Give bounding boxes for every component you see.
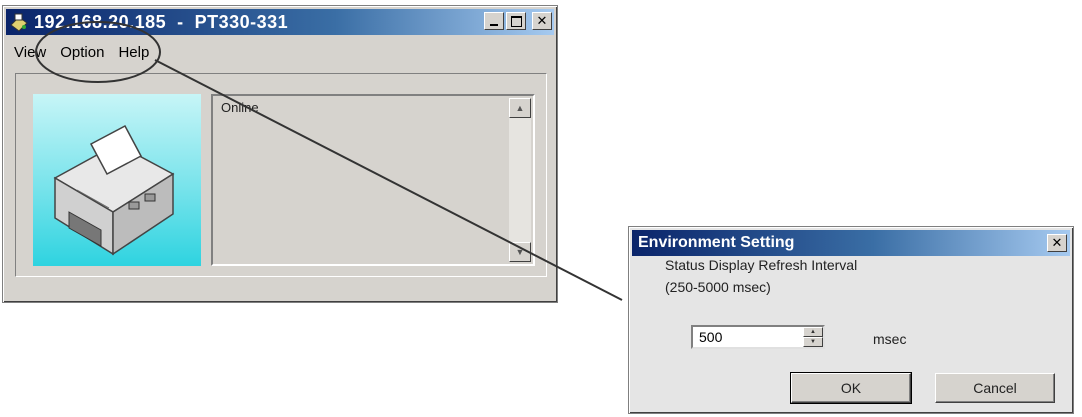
menu-option[interactable]: Option	[53, 44, 111, 61]
menu-bar: View Option Help	[6, 39, 554, 65]
printer-icon	[53, 124, 175, 256]
environment-setting-dialog: Environment Setting ✕ Status Display Ref…	[628, 226, 1074, 414]
arrow-up-icon: ▲	[515, 103, 525, 113]
spin-down-button[interactable]: ▼	[803, 337, 823, 347]
close-icon: ✕	[536, 13, 548, 29]
dialog-title: Environment Setting	[638, 234, 795, 251]
menu-help[interactable]: Help	[111, 44, 156, 61]
close-icon: ✕	[1051, 235, 1063, 251]
app-icon	[8, 11, 30, 33]
status-scrollbar[interactable]: ▲ ▼	[509, 98, 531, 262]
refresh-interval-range: (250-5000 msec)	[665, 279, 771, 295]
window-title: 192.168.20.185 - PT330-331	[34, 11, 289, 32]
status-text: Online	[221, 100, 259, 115]
menu-view[interactable]: View	[6, 44, 53, 61]
cancel-button[interactable]: Cancel	[935, 373, 1055, 403]
dialog-close-button[interactable]: ✕	[1047, 234, 1067, 252]
printer-image	[33, 94, 201, 266]
unit-label: msec	[873, 331, 907, 347]
window-controls: ✕	[484, 12, 552, 30]
close-button[interactable]: ✕	[532, 12, 552, 30]
status-window-titlebar[interactable]: 192.168.20.185 - PT330-331 ✕	[6, 9, 554, 35]
minimize-button[interactable]	[484, 12, 504, 30]
minimize-icon	[490, 24, 498, 26]
scroll-down-button[interactable]: ▼	[509, 242, 531, 262]
scroll-up-button[interactable]: ▲	[509, 98, 531, 118]
spin-up-button[interactable]: ▲	[803, 327, 823, 337]
interval-spinner[interactable]: ▲ ▼	[803, 327, 823, 347]
refresh-interval-label: Status Display Refresh Interval	[665, 257, 858, 273]
maximize-button[interactable]	[506, 12, 526, 30]
ok-button[interactable]: OK	[790, 372, 912, 404]
status-window: 192.168.20.185 - PT330-331 ✕ View Option…	[2, 5, 558, 303]
spin-up-icon: ▲	[810, 329, 816, 335]
arrow-down-icon: ▼	[515, 247, 525, 257]
dialog-titlebar[interactable]: Environment Setting ✕	[632, 230, 1070, 256]
maximize-icon	[510, 15, 522, 27]
status-list[interactable]: Online ▲ ▼	[211, 94, 535, 266]
spin-down-icon: ▼	[810, 339, 816, 345]
